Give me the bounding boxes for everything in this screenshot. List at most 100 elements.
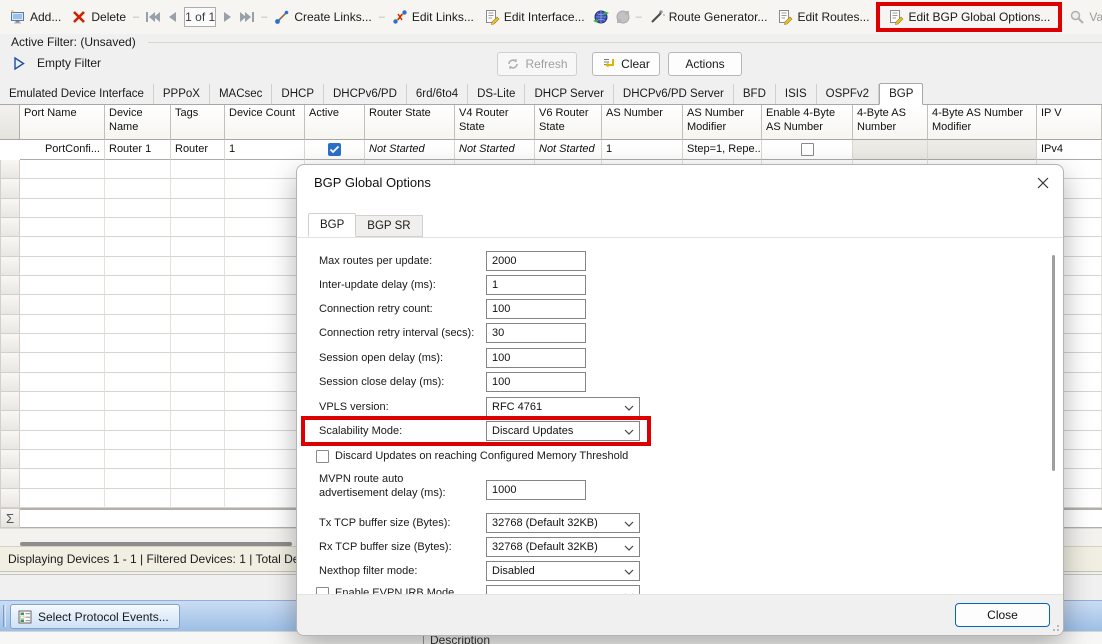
input-connection-retry-count[interactable]: 100 <box>486 299 586 319</box>
cell-4byte-as-modifier[interactable] <box>928 140 1037 160</box>
column-header-router-state[interactable]: Router State <box>365 105 455 140</box>
validate-routes-button[interactable]: Validate Rout <box>1064 6 1102 28</box>
select-rx-tcp-buffer-size-bytes[interactable]: 32768 (Default 32KB) <box>486 537 640 557</box>
tab-isis[interactable]: ISIS <box>776 84 817 104</box>
dialog-close-icon[interactable] <box>1031 171 1055 195</box>
input-connection-retry-interval-secs[interactable]: 30 <box>486 323 586 343</box>
select-protocol-events-button[interactable]: Select Protocol Events... <box>10 604 180 629</box>
empty-row-selector <box>0 160 20 179</box>
clear-button[interactable]: Clear <box>592 52 660 76</box>
dialog-scrollbar[interactable] <box>1052 255 1055 471</box>
enable-4byte-checkbox-unchecked[interactable] <box>801 143 814 156</box>
column-header-v6-router-state[interactable]: V6 Router State <box>535 105 602 140</box>
select-vpls-version[interactable]: RFC 4761 <box>486 397 640 417</box>
column-header-device-count[interactable]: Device Count <box>225 105 305 140</box>
dialog-tab-bgp-sr[interactable]: BGP SR <box>356 215 422 237</box>
edit-links-button[interactable]: Edit Links... <box>387 6 479 28</box>
last-record-icon[interactable] <box>239 11 255 23</box>
tab-dhcpv6-pd-server[interactable]: DHCPv6/PD Server <box>614 84 734 104</box>
input-session-open-delay-ms[interactable]: 100 <box>486 348 586 368</box>
route-generator-wand-icon <box>649 9 665 25</box>
column-header-device-name[interactable]: Device Name <box>105 105 171 140</box>
checkbox-label-enable-evpn-irb-mode: Enable EVPN IRB Mode <box>335 587 454 594</box>
first-record-icon[interactable] <box>145 11 161 23</box>
tab-pppox[interactable]: PPPoX <box>154 84 210 104</box>
cell-4byte-as-number[interactable] <box>853 140 928 160</box>
cell-ip-version[interactable]: IPv4 <box>1037 140 1102 160</box>
column-header-as-number-modifier[interactable]: AS Number Modifier <box>683 105 762 140</box>
next-record-icon[interactable] <box>223 11 233 23</box>
add-button-label: Add... <box>30 10 61 24</box>
tab-ds-lite[interactable]: DS-Lite <box>468 84 525 104</box>
tab-dhcpv6-pd[interactable]: DHCPv6/PD <box>324 84 407 104</box>
select-nexthop-filter-mode[interactable]: Disabled <box>486 561 640 581</box>
actions-button[interactable]: Actions <box>668 52 742 76</box>
tab-dhcp[interactable]: DHCP <box>272 84 324 104</box>
empty-cell <box>20 295 105 314</box>
column-header-v4-router-state[interactable]: V4 Router State <box>455 105 535 140</box>
route-generator-button[interactable]: Route Generator... <box>644 6 773 28</box>
globe-sync-icon[interactable] <box>593 9 609 25</box>
tab-macsec[interactable]: MACsec <box>210 84 272 104</box>
input-mvpn-route-auto-advertisement-delay-ms[interactable]: 1000 <box>486 480 586 500</box>
cell-device-count[interactable]: 1 <box>225 140 305 160</box>
select-enable-evpn-irb-mode[interactable] <box>486 585 640 594</box>
column-header-tags[interactable]: Tags <box>171 105 225 140</box>
empty-cell <box>105 431 171 450</box>
empty-cell <box>20 431 105 450</box>
edit-bgp-global-options-button[interactable]: Edit BGP Global Options... <box>883 6 1055 28</box>
tab-dhcp-server[interactable]: DHCP Server <box>525 84 613 104</box>
edit-routes-button[interactable]: Edit Routes... <box>772 6 874 28</box>
dialog-tab-bgp[interactable]: BGP <box>308 213 356 237</box>
cell-device-name[interactable]: Router 1 <box>105 140 171 160</box>
tab-emulated-device-interface[interactable]: Emulated Device Interface <box>0 84 154 104</box>
column-header-as-number[interactable]: AS Number <box>602 105 683 140</box>
cell-tags[interactable]: Router <box>171 140 225 160</box>
cell-v4-router-state[interactable]: Not Started <box>455 140 535 160</box>
field-label-rx-tcp-buffer-size-bytes: Rx TCP buffer size (Bytes): <box>319 541 452 553</box>
checkbox-discard-updates-on-reaching-configured-memory-threshold[interactable] <box>316 450 329 463</box>
input-max-routes-per-update[interactable]: 2000 <box>486 251 586 271</box>
checkbox-enable-evpn-irb-mode[interactable] <box>316 587 329 594</box>
delete-button[interactable]: Delete <box>66 6 131 28</box>
cell-active[interactable] <box>305 140 365 160</box>
active-checkbox-checked[interactable] <box>328 143 341 156</box>
refresh-button[interactable]: Refresh <box>497 52 577 76</box>
input-session-close-delay-ms[interactable]: 100 <box>486 372 586 392</box>
resize-grip[interactable] <box>1049 621 1059 631</box>
column-header-enable-4-byte-as-number[interactable]: Enable 4-Byte AS Number <box>762 105 853 140</box>
edit-interface-button[interactable]: Edit Interface... <box>479 6 590 28</box>
cell-v6-router-state[interactable]: Not Started <box>535 140 602 160</box>
create-links-button[interactable]: Create Links... <box>269 6 376 28</box>
empty-filter-item[interactable]: Empty Filter <box>13 56 101 70</box>
cell-as-number-modifier[interactable]: Step=1, Repe... <box>683 140 762 160</box>
select-tx-tcp-buffer-size-bytes[interactable]: 32768 (Default 32KB) <box>486 513 640 533</box>
tab-bfd[interactable]: BFD <box>734 84 776 104</box>
empty-row-selector <box>0 334 20 353</box>
checkbox-label-discard-updates-on-reaching-configured-memory-threshold: Discard Updates on reaching Configured M… <box>335 450 628 462</box>
empty-cell <box>171 276 225 295</box>
empty-cell <box>105 160 171 179</box>
tab-ospfv2[interactable]: OSPFv2 <box>817 84 879 104</box>
previous-record-icon[interactable] <box>167 11 177 23</box>
close-button[interactable]: Close <box>955 603 1050 627</box>
select-scalability-mode[interactable]: Discard Updates <box>486 421 640 441</box>
add-button[interactable]: Add... <box>5 6 66 28</box>
input-inter-update-delay-ms[interactable]: 1 <box>486 275 586 295</box>
empty-row-selector <box>0 469 20 488</box>
empty-cell <box>225 160 305 179</box>
column-header-port-name[interactable]: Port Name <box>20 105 105 140</box>
tab-bgp[interactable]: BGP <box>879 83 923 105</box>
column-header-active[interactable]: Active <box>305 105 365 140</box>
column-header-4-byte-as-number-modifier[interactable]: 4-Byte AS Number Modifier <box>928 105 1037 140</box>
cell-enable-4byte-as[interactable] <box>762 140 853 160</box>
filter-expand-icon[interactable] <box>13 57 25 70</box>
empty-cell <box>225 334 305 353</box>
tab-6rd-6to4[interactable]: 6rd/6to4 <box>407 84 468 104</box>
empty-cell <box>105 334 171 353</box>
cell-port-name[interactable]: PortConfi... <box>20 140 105 160</box>
cell-as-number[interactable]: 1 <box>602 140 683 160</box>
cell-router-state[interactable]: Not Started <box>365 140 455 160</box>
column-header-ip-v[interactable]: IP V <box>1037 105 1102 140</box>
column-header-4-byte-as-number[interactable]: 4-Byte AS Number <box>853 105 928 140</box>
